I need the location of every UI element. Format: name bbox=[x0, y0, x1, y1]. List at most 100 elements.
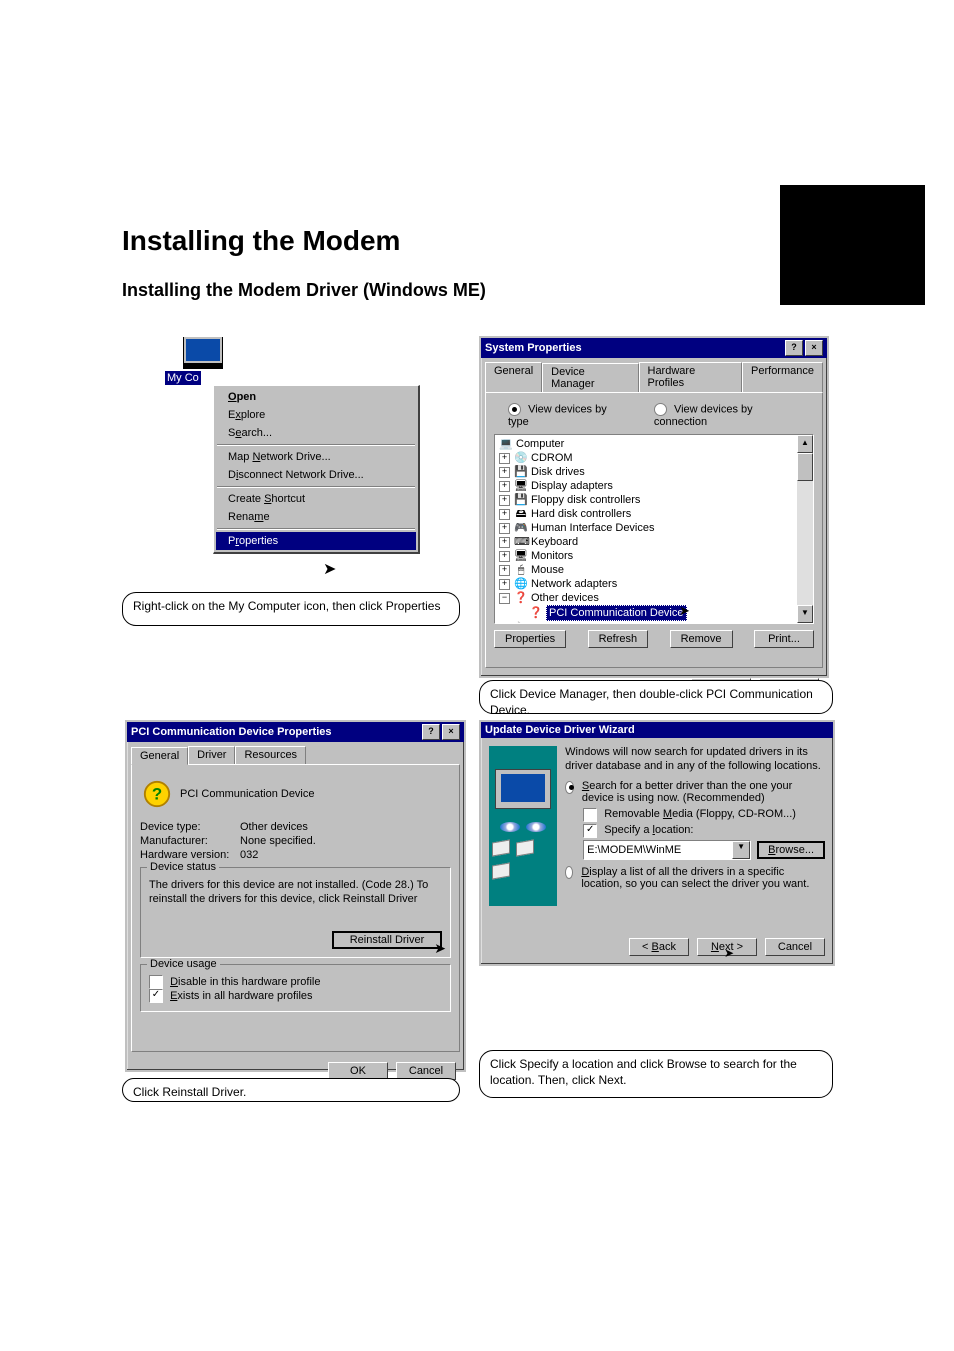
my-computer-label: My Co bbox=[165, 371, 201, 385]
question-icon: ❓ bbox=[514, 591, 528, 605]
expand-icon[interactable]: + bbox=[499, 509, 510, 520]
collapse-icon[interactable]: − bbox=[499, 593, 510, 604]
device-type-label: Device type: bbox=[140, 821, 240, 833]
expand-icon[interactable]: + bbox=[499, 551, 510, 562]
radio-view-by-connection[interactable]: View devices by connection bbox=[654, 403, 808, 428]
expand-icon[interactable]: + bbox=[499, 523, 510, 534]
pcmcia-icon: 🔌 bbox=[514, 621, 528, 624]
tab-general[interactable]: General bbox=[131, 747, 188, 765]
computer-icon: 💻 bbox=[499, 437, 513, 451]
next-button[interactable]: Next > bbox=[697, 938, 757, 956]
menu-properties[interactable]: Properties bbox=[216, 532, 416, 550]
reinstall-driver-button[interactable]: Reinstall Driver bbox=[332, 931, 442, 949]
close-button[interactable]: × bbox=[442, 724, 460, 740]
location-input[interactable] bbox=[584, 841, 732, 859]
titlebar-wizard: Update Device Driver Wizard bbox=[481, 722, 833, 738]
caption-4: Click Specify a location and click Brows… bbox=[479, 1050, 833, 1098]
display-icon: 🖥 bbox=[514, 479, 528, 493]
device-usage-group: Device usage Disable in this hardware pr… bbox=[140, 964, 451, 1012]
properties-button[interactable]: Properties bbox=[494, 630, 566, 648]
menu-explore[interactable]: Explore bbox=[216, 406, 416, 424]
network-icon: 🌐 bbox=[514, 577, 528, 591]
page-heading-1: Installing the Modem bbox=[122, 225, 400, 257]
menu-search[interactable]: Search... bbox=[216, 424, 416, 442]
title-text: Update Device Driver Wizard bbox=[485, 724, 635, 736]
expand-icon[interactable]: + bbox=[499, 481, 510, 492]
title-text: PCI Communication Device Properties bbox=[131, 726, 332, 738]
exists-all-profiles-checkbox[interactable]: ✓ Exists in all hardware profiles bbox=[149, 990, 313, 1002]
dropdown-icon[interactable]: ▼ bbox=[732, 841, 750, 859]
menu-separator bbox=[217, 486, 415, 488]
device-type-value: Other devices bbox=[240, 821, 308, 833]
tab-driver[interactable]: Driver bbox=[188, 746, 235, 764]
menu-disconnect-drive[interactable]: Disconnect Network Drive... bbox=[216, 466, 416, 484]
tab-general[interactable]: General bbox=[485, 362, 542, 392]
menu-map-drive[interactable]: Map Network Drive... bbox=[216, 448, 416, 466]
tab-row: General Device Manager Hardware Profiles… bbox=[481, 358, 827, 392]
help-button[interactable]: ? bbox=[785, 340, 803, 356]
radio-view-by-type[interactable]: View devices by type bbox=[508, 403, 630, 428]
wizard-intro-text: Windows will now search for updated driv… bbox=[565, 746, 825, 774]
window-pci-device-properties: PCI Communication Device Properties ? × … bbox=[125, 720, 466, 1072]
checkbox-specify-location[interactable]: ✓ Specify a location: bbox=[583, 824, 693, 836]
help-button[interactable]: ? bbox=[422, 724, 440, 740]
disk-icon: 💾 bbox=[514, 465, 528, 479]
menu-rename[interactable]: Rename bbox=[216, 508, 416, 526]
menu-separator bbox=[217, 528, 415, 530]
device-status-text: The drivers for this device are not inst… bbox=[149, 878, 442, 907]
expand-icon[interactable]: + bbox=[499, 579, 510, 590]
scroll-down-icon[interactable]: ▼ bbox=[797, 605, 813, 623]
svg-text:?: ? bbox=[152, 785, 162, 804]
refresh-button[interactable]: Refresh bbox=[588, 630, 649, 648]
hw-version-label: Hardware version: bbox=[140, 849, 240, 861]
tab-hardware-profiles[interactable]: Hardware Profiles bbox=[639, 362, 743, 392]
cursor-icon: ➤ bbox=[323, 559, 336, 579]
remove-button[interactable]: Remove bbox=[670, 630, 733, 648]
tree-node-pci-communication-device[interactable]: PCI Communication Device bbox=[546, 605, 687, 621]
hw-version-value: 032 bbox=[240, 849, 258, 861]
question-icon: ? bbox=[142, 779, 172, 809]
scroll-up-icon[interactable]: ▲ bbox=[797, 435, 813, 453]
titlebar-system-properties: System Properties ? × bbox=[481, 338, 827, 358]
menu-separator bbox=[217, 444, 415, 446]
checkbox-removable-media[interactable]: Removable Media (Floppy, CD-ROM...) bbox=[583, 808, 796, 820]
scroll-thumb[interactable] bbox=[797, 453, 813, 481]
window-system-properties: System Properties ? × General Device Man… bbox=[479, 336, 829, 678]
titlebar-pci-props: PCI Communication Device Properties ? × bbox=[127, 722, 464, 742]
wizard-artwork bbox=[489, 746, 557, 906]
caption-1: Right-click on the My Computer icon, the… bbox=[122, 592, 460, 626]
expand-icon[interactable]: + bbox=[499, 467, 510, 478]
back-button[interactable]: < Back bbox=[629, 938, 689, 956]
manufacturer-value: None specified. bbox=[240, 835, 316, 847]
device-status-group: Device status The drivers for this devic… bbox=[140, 867, 451, 958]
radio-display-list[interactable]: Display a list of all the drivers in a s… bbox=[565, 866, 825, 890]
question-icon: ❓ bbox=[529, 606, 543, 620]
tab-resources[interactable]: Resources bbox=[235, 746, 306, 764]
mouse-icon: 🖱 bbox=[514, 563, 528, 577]
print-button[interactable]: Print... bbox=[754, 630, 814, 648]
expand-icon[interactable]: + bbox=[499, 453, 510, 464]
context-menu: Open Explore Search... Map Network Drive… bbox=[213, 385, 420, 554]
expand-icon[interactable]: + bbox=[499, 565, 510, 576]
disable-profile-checkbox[interactable]: Disable in this hardware profile bbox=[149, 976, 320, 988]
device-tree[interactable]: 💻Computer +💿CDROM +💾Disk drives +🖥Displa… bbox=[494, 434, 814, 624]
scrollbar-vertical[interactable]: ▲ ▼ bbox=[797, 435, 813, 623]
hid-icon: 🎮 bbox=[514, 521, 528, 535]
cdrom-icon: 💿 bbox=[514, 451, 528, 465]
menu-create-shortcut[interactable]: Create Shortcut bbox=[216, 490, 416, 508]
tab-device-manager[interactable]: Device Manager bbox=[542, 363, 638, 393]
my-computer-icon[interactable]: My Co bbox=[165, 337, 415, 385]
cancel-button[interactable]: Cancel bbox=[765, 938, 825, 956]
menu-open[interactable]: Open bbox=[216, 388, 416, 406]
expand-icon[interactable]: + bbox=[499, 537, 510, 548]
radio-search-better-driver[interactable]: Search for a better driver than the one … bbox=[565, 780, 825, 804]
manufacturer-label: Manufacturer: bbox=[140, 835, 240, 847]
expand-icon[interactable]: + bbox=[499, 623, 510, 625]
tab-pane-device-manager: View devices by type View devices by con… bbox=[485, 392, 823, 668]
hdd-icon: 🖴 bbox=[514, 507, 528, 521]
expand-icon[interactable]: + bbox=[499, 495, 510, 506]
tab-performance[interactable]: Performance bbox=[742, 362, 823, 392]
close-button[interactable]: × bbox=[805, 340, 823, 356]
floppy-icon: 💾 bbox=[514, 493, 528, 507]
browse-button[interactable]: Browse... bbox=[757, 841, 825, 859]
